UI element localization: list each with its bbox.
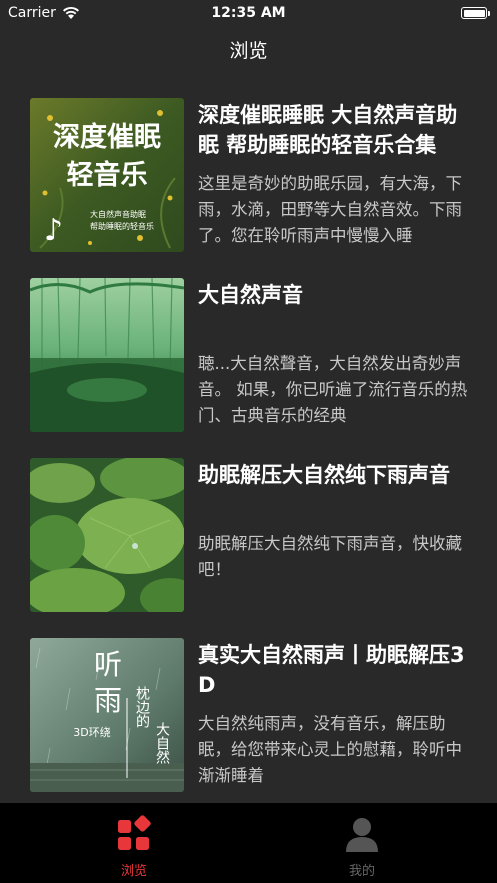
page-title: 浏览: [229, 40, 268, 62]
item-description: 聴...大自然聲音，大自然发出奇妙声音。 如果，你已听遍了流行音乐的热门、古典音…: [198, 354, 468, 425]
cover-image-bamboo-forest: [30, 278, 184, 432]
cover-title-line2: 轻音乐: [67, 159, 148, 191]
cover-subtitle-line1: 大自然声音助眠: [90, 209, 146, 219]
album-cover: [30, 458, 184, 612]
status-time: 12:35 AM: [211, 5, 286, 21]
cover-vertical1: 枕边的: [134, 686, 150, 728]
item-description: 大自然纯雨声，没有音乐，解压助眠，给您带来心灵上的慰藉，聆听中渐渐睡着: [198, 714, 462, 785]
cover-image-rain-3d: 听 雨 3D环绕 枕边的 大自然: [30, 638, 184, 792]
cover-big-line1: 听: [94, 648, 122, 681]
item-title: 真实大自然雨声丨助眠解压3D: [198, 643, 465, 697]
battery-icon: [461, 7, 490, 19]
cover-image-deep-sleep: 深度催眠 轻音乐 大自然声音助眠 帮助睡眠的轻音乐 ♪: [30, 98, 184, 252]
cover-title-line1: 深度催眠: [53, 121, 161, 153]
cover-small: 3D环绕: [73, 726, 110, 739]
tab-bar: 浏览 我的: [0, 803, 497, 883]
tab-mine-label: 我的: [348, 864, 375, 879]
list-item[interactable]: 助眠解压大自然纯下雨声音 助眠解压大自然纯下雨声音，快收藏吧！: [0, 458, 497, 613]
album-cover: 听 雨 3D环绕 枕边的 大自然: [30, 638, 184, 792]
album-cover: 深度催眠 轻音乐 大自然声音助眠 帮助睡眠的轻音乐 ♪: [30, 98, 184, 252]
item-title: 大自然声音: [198, 283, 303, 307]
user-icon: [346, 818, 378, 852]
item-description: 这里是奇妙的助眠乐园，有大海，下雨，水滴，田野等大自然音效。下雨了。您在聆听雨声…: [198, 174, 462, 245]
cover-subtitle-line2: 帮助睡眠的轻音乐: [90, 221, 154, 231]
item-title: 深度催眠睡眠 大自然声音助眠 帮助睡眠的轻音乐合集: [198, 103, 458, 157]
tab-mine[interactable]: 我的: [238, 803, 486, 883]
grid-icon: [118, 815, 151, 850]
music-note-icon: ♪: [44, 213, 63, 248]
item-description: 助眠解压大自然纯下雨声音，快收藏吧！: [198, 534, 462, 579]
status-bar: Carrier 12:35 AM: [0, 0, 497, 26]
cover-big-line2: 雨: [94, 684, 122, 717]
tab-browse[interactable]: 浏览: [10, 803, 258, 883]
cover-image-lotus-leaves: [30, 458, 184, 612]
list-item[interactable]: 大自然声音 聴...大自然聲音，大自然发出奇妙声音。 如果，你已听遍了流行音乐的…: [0, 278, 497, 433]
tab-browse-label: 浏览: [120, 864, 147, 879]
item-title: 助眠解压大自然纯下雨声音: [198, 463, 450, 487]
album-cover: [30, 278, 184, 432]
list-item[interactable]: 深度催眠 轻音乐 大自然声音助眠 帮助睡眠的轻音乐 ♪ 深度催眠睡眠 大自然声音…: [0, 98, 497, 253]
list-item[interactable]: 听 雨 3D环绕 枕边的 大自然 真实大自然雨声丨助眠解压3D 大自然纯雨声，没…: [0, 638, 497, 793]
cover-vertical2: 大自然: [154, 722, 170, 764]
